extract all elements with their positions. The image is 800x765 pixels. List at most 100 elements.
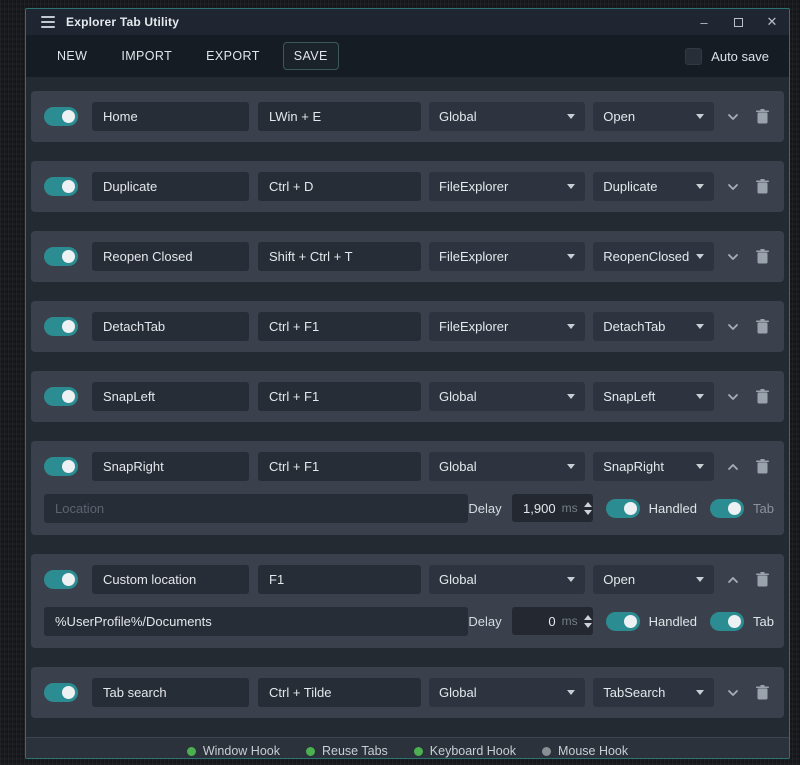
handled-toggle[interactable] bbox=[606, 499, 640, 518]
handled-toggle[interactable] bbox=[606, 612, 640, 631]
name-input[interactable] bbox=[92, 312, 249, 341]
name-input[interactable] bbox=[92, 565, 249, 594]
delete-button[interactable] bbox=[751, 681, 774, 705]
name-input[interactable] bbox=[92, 452, 249, 481]
action-select[interactable]: TabSearch bbox=[593, 678, 714, 707]
hotkey-input[interactable] bbox=[258, 172, 421, 201]
expand-button[interactable] bbox=[721, 105, 744, 129]
action-select[interactable]: Open bbox=[593, 102, 714, 131]
spin-up-icon[interactable] bbox=[584, 615, 592, 620]
status-keyboard-hook[interactable]: Keyboard Hook bbox=[414, 744, 516, 758]
new-button[interactable]: NEW bbox=[46, 42, 98, 70]
status-mouse-hook[interactable]: Mouse Hook bbox=[542, 744, 628, 758]
name-input[interactable] bbox=[92, 102, 249, 131]
delay-input[interactable] bbox=[520, 614, 556, 629]
chevron-down-icon bbox=[567, 577, 575, 582]
chevron-up-icon bbox=[725, 459, 741, 475]
delete-button[interactable] bbox=[751, 245, 774, 269]
status-dot-icon bbox=[306, 747, 315, 756]
scope-select[interactable]: Global bbox=[429, 102, 585, 131]
delay-input[interactable] bbox=[520, 501, 556, 516]
status-reuse-tabs[interactable]: Reuse Tabs bbox=[306, 744, 388, 758]
chevron-down-icon bbox=[567, 690, 575, 695]
tab-label: Tab bbox=[753, 614, 774, 629]
scope-select[interactable]: FileExplorer bbox=[429, 312, 585, 341]
delay-unit: ms bbox=[562, 614, 578, 628]
chevron-down-icon bbox=[567, 114, 575, 119]
action-select[interactable]: Open bbox=[593, 565, 714, 594]
status-dot-icon bbox=[414, 747, 423, 756]
delete-button[interactable] bbox=[751, 455, 774, 479]
enabled-toggle[interactable] bbox=[44, 387, 78, 406]
action-select[interactable]: SnapRight bbox=[593, 452, 714, 481]
location-input[interactable] bbox=[44, 494, 468, 523]
enabled-toggle[interactable] bbox=[44, 247, 78, 266]
status-dot-icon bbox=[187, 747, 196, 756]
chevron-down-icon bbox=[725, 249, 741, 265]
app-window: Explorer Tab Utility – ✕ NEW IMPORT EXPO… bbox=[25, 8, 790, 759]
hotkey-input[interactable] bbox=[258, 382, 421, 411]
tab-toggle[interactable] bbox=[710, 499, 744, 518]
name-input[interactable] bbox=[92, 678, 249, 707]
expand-button[interactable] bbox=[721, 681, 744, 705]
delay-spinner[interactable] bbox=[584, 615, 592, 628]
delete-button[interactable] bbox=[751, 175, 774, 199]
hotkey-input[interactable] bbox=[258, 312, 421, 341]
spin-up-icon[interactable] bbox=[584, 502, 592, 507]
hotkey-input[interactable] bbox=[258, 565, 421, 594]
expand-button[interactable] bbox=[721, 245, 744, 269]
expand-button[interactable] bbox=[721, 175, 744, 199]
minimize-button[interactable]: – bbox=[687, 9, 721, 35]
enabled-toggle[interactable] bbox=[44, 107, 78, 126]
spin-down-icon[interactable] bbox=[584, 623, 592, 628]
hamburger-menu-icon[interactable] bbox=[26, 16, 56, 28]
hotkey-input[interactable] bbox=[258, 102, 421, 131]
close-button[interactable]: ✕ bbox=[755, 9, 789, 35]
scope-select[interactable]: Global bbox=[429, 678, 585, 707]
delete-button[interactable] bbox=[751, 105, 774, 129]
hotkey-input[interactable] bbox=[258, 452, 421, 481]
action-select[interactable]: Duplicate bbox=[593, 172, 714, 201]
hotkey-input[interactable] bbox=[258, 242, 421, 271]
import-button[interactable]: IMPORT bbox=[110, 42, 183, 70]
status-window-hook[interactable]: Window Hook bbox=[187, 744, 280, 758]
expand-button[interactable] bbox=[721, 315, 744, 339]
hotkey-list: Global Open FileExplorer Duplicate bbox=[26, 77, 789, 737]
hotkey-input[interactable] bbox=[258, 678, 421, 707]
scope-select[interactable]: Global bbox=[429, 382, 585, 411]
export-button[interactable]: EXPORT bbox=[195, 42, 271, 70]
collapse-button[interactable] bbox=[721, 455, 744, 479]
scope-select[interactable]: Global bbox=[429, 565, 585, 594]
handled-label: Handled bbox=[649, 614, 697, 629]
trash-icon bbox=[756, 685, 769, 700]
name-input[interactable] bbox=[92, 172, 249, 201]
enabled-toggle[interactable] bbox=[44, 457, 78, 476]
enabled-toggle[interactable] bbox=[44, 177, 78, 196]
name-input[interactable] bbox=[92, 382, 249, 411]
maximize-button[interactable] bbox=[721, 9, 755, 35]
status-dot-icon bbox=[542, 747, 551, 756]
delete-button[interactable] bbox=[751, 385, 774, 409]
spin-down-icon[interactable] bbox=[584, 510, 592, 515]
action-select[interactable]: ReopenClosed bbox=[593, 242, 714, 271]
name-input[interactable] bbox=[92, 242, 249, 271]
scope-select[interactable]: FileExplorer bbox=[429, 242, 585, 271]
chevron-down-icon bbox=[696, 690, 704, 695]
action-select[interactable]: SnapLeft bbox=[593, 382, 714, 411]
location-input[interactable] bbox=[44, 607, 468, 636]
autosave-checkbox[interactable] bbox=[685, 48, 702, 65]
title-bar: Explorer Tab Utility – ✕ bbox=[26, 9, 789, 35]
save-button[interactable]: SAVE bbox=[283, 42, 339, 70]
enabled-toggle[interactable] bbox=[44, 317, 78, 336]
tab-toggle[interactable] bbox=[710, 612, 744, 631]
expand-button[interactable] bbox=[721, 385, 744, 409]
collapse-button[interactable] bbox=[721, 568, 744, 592]
delay-spinner[interactable] bbox=[584, 502, 592, 515]
enabled-toggle[interactable] bbox=[44, 570, 78, 589]
scope-select[interactable]: FileExplorer bbox=[429, 172, 585, 201]
scope-select[interactable]: Global bbox=[429, 452, 585, 481]
delete-button[interactable] bbox=[751, 568, 774, 592]
action-select[interactable]: DetachTab bbox=[593, 312, 714, 341]
enabled-toggle[interactable] bbox=[44, 683, 78, 702]
delete-button[interactable] bbox=[751, 315, 774, 339]
